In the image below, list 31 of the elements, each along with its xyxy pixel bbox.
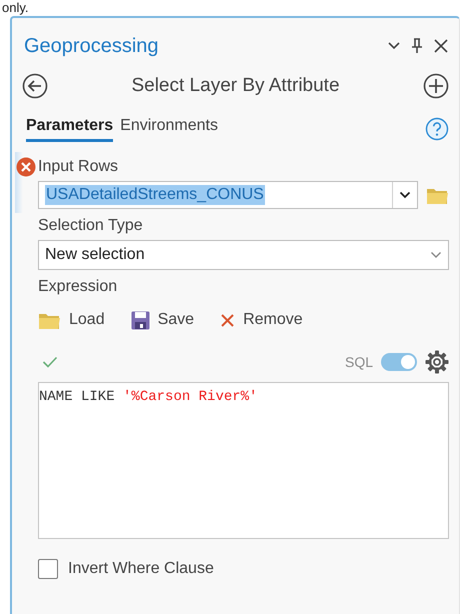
checkbox[interactable] <box>38 559 58 579</box>
chevron-down-icon <box>430 251 442 259</box>
checkmark-icon[interactable] <box>42 356 58 368</box>
dropdown-value: USADetailedStreems_CONUS <box>45 185 265 205</box>
selection-type-dropdown[interactable]: New selection <box>38 240 449 270</box>
sql-label: SQL <box>344 354 373 370</box>
sql-toggle[interactable] <box>381 353 417 371</box>
chevron-down-icon <box>399 191 411 199</box>
add-icon[interactable] <box>423 73 449 99</box>
close-icon[interactable] <box>433 38 449 54</box>
string-literal: '%Carson River%' <box>123 389 258 405</box>
help-icon[interactable] <box>425 116 449 140</box>
tab[interactable]: Parameters <box>26 115 114 142</box>
tab[interactable]: Environments <box>120 115 218 142</box>
caption-text: only. <box>1 0 30 16</box>
sql-clause: NAME LIKE <box>39 389 115 405</box>
sql-expression-editor[interactable]: NAME LIKE '%Carson River%' <box>38 382 449 539</box>
chevron-down-icon[interactable] <box>387 41 401 51</box>
pane-title: Geoprocessing <box>24 34 159 58</box>
load-button[interactable]: Load <box>38 310 105 330</box>
save-button[interactable]: Save <box>130 310 194 330</box>
settings-icon[interactable] <box>425 350 449 374</box>
tool-title: Select Layer By Attribute <box>131 75 340 97</box>
pin-icon[interactable] <box>411 38 423 54</box>
field-label: Input Rows <box>38 158 118 176</box>
field-label: Selection Type <box>38 217 143 235</box>
checkbox-label: Invert Where Clause <box>68 560 214 578</box>
close-icon <box>220 312 236 328</box>
remove-button[interactable]: Remove <box>220 311 303 329</box>
dropdown-value: New selection <box>45 246 145 264</box>
field-label: Expression <box>38 278 118 296</box>
